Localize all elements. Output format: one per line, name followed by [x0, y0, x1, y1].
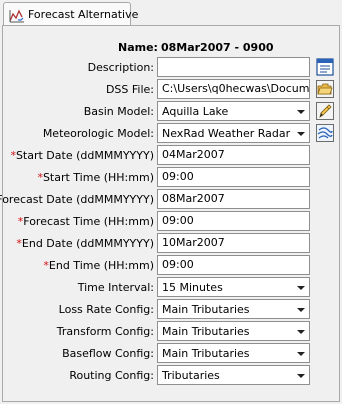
- chevron-down-icon: [297, 308, 305, 312]
- end-date-label-text: End Date (ddMMMYYYY): [21, 237, 154, 250]
- description-row: Description:: [0, 57, 342, 79]
- loss-rate-label: Loss Rate Config:: [58, 303, 154, 316]
- forecast-date-label: *Forecast Date (ddMMMYYYY): [0, 193, 154, 206]
- chevron-down-icon: [297, 110, 305, 114]
- end-date-label: *End Date (ddMMMYYYY): [16, 237, 154, 250]
- dss-file-row: DSS File: C:\Users\q0hecwas\Documents\: [0, 79, 342, 101]
- met-model-label: Meteorologic Model:: [42, 127, 154, 140]
- basin-model-value: Aquilla Lake: [162, 105, 229, 118]
- time-interval-row: Time Interval: 15 Minutes: [0, 277, 342, 299]
- time-interval-label: Time Interval:: [77, 281, 154, 294]
- chevron-down-icon: [297, 132, 305, 136]
- basin-model-row: Basin Model: Aquilla Lake: [0, 101, 342, 123]
- description-label: Description:: [87, 61, 154, 74]
- routing-label: Routing Config:: [69, 369, 154, 382]
- time-interval-select[interactable]: 15 Minutes: [157, 277, 310, 297]
- start-time-label-text: Start Time (HH:mm): [42, 171, 154, 184]
- routing-row: Routing Config: Tributaries: [0, 365, 342, 387]
- open-folder-icon[interactable]: [316, 80, 334, 98]
- loss-rate-select[interactable]: Main Tributaries: [157, 299, 310, 319]
- baseflow-value: Main Tributaries: [162, 347, 250, 360]
- forecast-time-label-text: Forecast Time (HH:mm): [23, 215, 154, 228]
- end-date-row: *End Date (ddMMMYYYY) 10Mar2007: [0, 233, 342, 255]
- basin-model-editor-icon[interactable]: [316, 102, 334, 120]
- chevron-down-icon: [297, 286, 305, 290]
- chevron-down-icon: [297, 352, 305, 356]
- met-model-value: NexRad Weather Radar: [162, 127, 291, 140]
- name-value: 08Mar2007 - 0900: [160, 41, 274, 54]
- transform-select[interactable]: Main Tributaries: [157, 321, 310, 341]
- start-time-row: *Start Time (HH:mm) 09:00: [0, 167, 342, 189]
- baseflow-select[interactable]: Main Tributaries: [157, 343, 310, 363]
- transform-value: Main Tributaries: [162, 325, 250, 338]
- forecast-alternative-icon: [9, 9, 24, 23]
- transform-row: Transform Config: Main Tributaries: [0, 321, 342, 343]
- forecast-time-row: *Forecast Time (HH:mm) 09:00: [0, 211, 342, 233]
- chevron-down-icon: [297, 374, 305, 378]
- basin-model-label: Basin Model:: [83, 105, 154, 118]
- transform-label: Transform Config:: [56, 325, 154, 338]
- start-date-row: *Start Date (ddMMMYYYY) 04Mar2007: [0, 145, 342, 167]
- routing-select[interactable]: Tributaries: [157, 365, 310, 385]
- start-date-label-text: Start Date (ddMMMYYYY): [15, 149, 154, 162]
- start-date-field[interactable]: 04Mar2007: [157, 145, 310, 165]
- end-time-label-text: End Time (HH:mm): [48, 259, 154, 272]
- baseflow-row: Baseflow Config: Main Tributaries: [0, 343, 342, 365]
- baseflow-label: Baseflow Config:: [62, 347, 154, 360]
- time-interval-value: 15 Minutes: [162, 281, 223, 294]
- forecast-date-field[interactable]: 08Mar2007: [157, 189, 310, 209]
- meteorologic-model-editor-icon[interactable]: [316, 124, 334, 142]
- met-model-select[interactable]: NexRad Weather Radar: [157, 123, 310, 143]
- end-date-field[interactable]: 10Mar2007: [157, 233, 310, 253]
- edit-description-icon[interactable]: [316, 58, 334, 76]
- name-label: Name:: [118, 41, 158, 54]
- basin-model-select[interactable]: Aquilla Lake: [157, 101, 310, 121]
- end-time-field[interactable]: 09:00: [157, 255, 310, 275]
- start-date-label: *Start Date (ddMMMYYYY): [10, 149, 154, 162]
- start-time-field[interactable]: 09:00: [157, 167, 310, 187]
- forecast-date-label-text: Forecast Date (ddMMMYYYY): [0, 193, 154, 206]
- dss-file-label: DSS File:: [105, 83, 154, 96]
- loss-rate-row: Loss Rate Config: Main Tributaries: [0, 299, 342, 321]
- start-time-label: *Start Time (HH:mm): [37, 171, 154, 184]
- forecast-date-row: *Forecast Date (ddMMMYYYY) 08Mar2007: [0, 189, 342, 211]
- routing-value: Tributaries: [162, 369, 220, 382]
- met-model-row: Meteorologic Model: NexRad Weather Radar: [0, 123, 342, 145]
- name-row: Name: 08Mar2007 - 0900: [118, 41, 274, 54]
- loss-rate-value: Main Tributaries: [162, 303, 250, 316]
- chevron-down-icon: [297, 330, 305, 334]
- forecast-time-field[interactable]: 09:00: [157, 211, 310, 231]
- tab-forecast-alternative[interactable]: Forecast Alternative: [3, 2, 138, 26]
- tab-label: Forecast Alternative: [28, 8, 139, 21]
- description-field[interactable]: [157, 57, 310, 77]
- end-time-label: *End Time (HH:mm): [43, 259, 154, 272]
- forecast-time-label: *Forecast Time (HH:mm): [18, 215, 154, 228]
- end-time-row: *End Time (HH:mm) 09:00: [0, 255, 342, 277]
- dss-file-field[interactable]: C:\Users\q0hecwas\Documents\: [157, 79, 310, 99]
